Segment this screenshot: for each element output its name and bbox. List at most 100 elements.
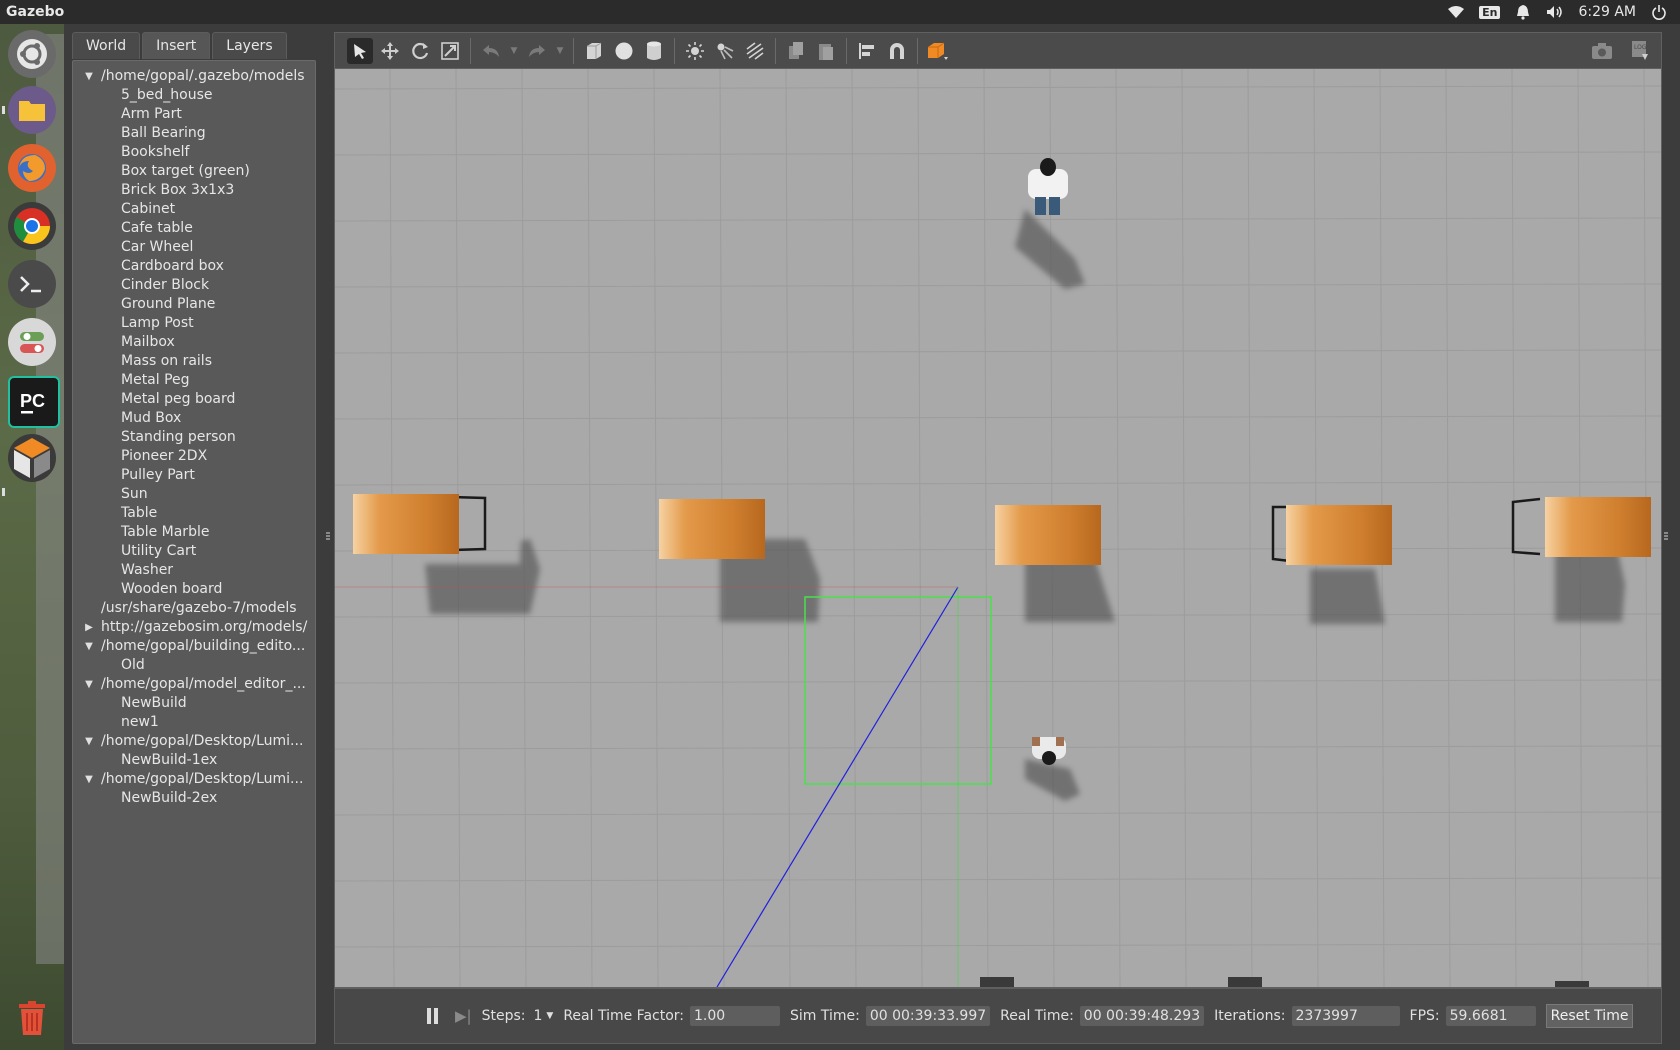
translate-tool-icon[interactable] — [377, 38, 403, 64]
undo-menu-chevron-icon[interactable]: ▼ — [508, 38, 520, 64]
steps-value[interactable]: 1 — [533, 1008, 542, 1024]
rtf-value: 1.00 — [690, 1006, 780, 1026]
power-icon[interactable] — [1650, 4, 1668, 20]
tree-item[interactable]: Old — [73, 656, 315, 675]
tree-item[interactable]: Sun — [73, 485, 315, 504]
tree-item[interactable]: Cinder Block — [73, 276, 315, 295]
tree-item[interactable]: Cardboard box — [73, 257, 315, 276]
trash-icon[interactable] — [8, 994, 56, 1042]
camera-screenshot-icon[interactable] — [1589, 38, 1615, 64]
splitter-handle[interactable] — [1664, 532, 1668, 540]
scene-canvas[interactable] — [335, 69, 1661, 987]
tree-item[interactable]: Washer — [73, 561, 315, 580]
tree-root-desktop-2[interactable]: ▼ /home/gopal/Desktop/Lumi... — [73, 770, 315, 789]
tree-item[interactable]: Cafe table — [73, 219, 315, 238]
tree-root-local-models[interactable]: ▼ /home/gopal/.gazebo/models — [73, 67, 315, 86]
steps-label: Steps: — [481, 1008, 526, 1024]
tree-item[interactable]: Standing person — [73, 428, 315, 447]
box-shape-icon[interactable] — [581, 38, 607, 64]
undo-icon[interactable] — [478, 38, 504, 64]
tree-root-system-models[interactable]: /usr/share/gazebo-7/models — [73, 599, 315, 618]
cylinder-shape-icon[interactable] — [641, 38, 667, 64]
wifi-icon[interactable] — [1447, 4, 1465, 20]
tree-root-building-editor[interactable]: ▼ /home/gopal/building_edito... — [73, 637, 315, 656]
expanded-arrow-icon[interactable]: ▼ — [83, 770, 95, 789]
paste-icon[interactable] — [813, 38, 839, 64]
tree-item[interactable]: NewBuild-1ex — [73, 751, 315, 770]
settings-toggle-icon[interactable] — [8, 318, 56, 366]
tree-item[interactable]: Mass on rails — [73, 352, 315, 371]
redo-menu-chevron-icon[interactable]: ▼ — [554, 38, 566, 64]
tree-item[interactable]: Ball Bearing — [73, 124, 315, 143]
scale-tool-icon[interactable] — [437, 38, 463, 64]
tab-insert[interactable]: Insert — [142, 32, 211, 59]
snap-magnet-icon[interactable] — [884, 38, 910, 64]
align-icon[interactable] — [854, 38, 880, 64]
tree-item[interactable]: new1 — [73, 713, 315, 732]
tree-item[interactable]: Table Marble — [73, 523, 315, 542]
step-icon[interactable]: ▶| — [455, 1007, 472, 1025]
steps-dropdown-chevron-icon[interactable]: ▼ — [546, 1011, 553, 1021]
tree-root-online-models[interactable]: ▶ http://gazebosim.org/models/ — [73, 618, 315, 637]
spot-light-icon[interactable] — [712, 38, 738, 64]
tree-root-desktop-1[interactable]: ▼ /home/gopal/Desktop/Lumi... — [73, 732, 315, 751]
point-light-icon[interactable] — [682, 38, 708, 64]
tree-item[interactable]: Metal peg board — [73, 390, 315, 409]
tree-item[interactable]: 5_bed_house — [73, 86, 315, 105]
reset-time-button[interactable]: Reset Time — [1545, 1004, 1634, 1028]
expanded-arrow-icon[interactable]: ▼ — [83, 675, 95, 694]
expanded-arrow-icon[interactable]: ▼ — [83, 637, 95, 656]
files-icon[interactable] — [8, 86, 56, 134]
tree-item[interactable]: Table — [73, 504, 315, 523]
tree-item[interactable]: Cabinet — [73, 200, 315, 219]
tree-item[interactable]: Utility Cart — [73, 542, 315, 561]
tree-item[interactable]: Box target (green) — [73, 162, 315, 181]
select-tool-icon[interactable] — [347, 38, 373, 64]
expanded-arrow-icon[interactable]: ▼ — [83, 67, 95, 86]
3d-viewport[interactable] — [334, 68, 1662, 988]
collapsed-arrow-icon[interactable]: ▶ — [83, 618, 95, 637]
gazebo-icon[interactable] — [8, 434, 56, 482]
copy-icon[interactable] — [783, 38, 809, 64]
tree-item[interactable]: Wooden board — [73, 580, 315, 599]
tree-root-model-editor[interactable]: ▼ /home/gopal/model_editor_... — [73, 675, 315, 694]
tree-item[interactable]: Brick Box 3x1x3 — [73, 181, 315, 200]
sphere-shape-icon[interactable] — [611, 38, 637, 64]
tree-item[interactable]: Car Wheel — [73, 238, 315, 257]
rotate-tool-icon[interactable] — [407, 38, 433, 64]
splitter-handle[interactable] — [326, 532, 330, 540]
tab-layers[interactable]: Layers — [212, 32, 287, 59]
view-angle-icon[interactable] — [925, 38, 951, 64]
firefox-icon[interactable] — [8, 144, 56, 192]
pause-icon[interactable] — [427, 1008, 441, 1024]
tree-item[interactable]: Lamp Post — [73, 314, 315, 333]
tree-item[interactable]: Pioneer 2DX — [73, 447, 315, 466]
directional-light-icon[interactable] — [742, 38, 768, 64]
bell-icon[interactable] — [1514, 4, 1532, 20]
tab-world[interactable]: World — [72, 32, 141, 59]
tree-root-label: /home/gopal/Desktop/Lumi... — [101, 733, 304, 749]
chrome-icon[interactable] — [8, 202, 56, 250]
terminal-icon[interactable] — [8, 260, 56, 308]
side-panel-tabs: World Insert Layers — [72, 32, 287, 60]
ubuntu-dash-icon[interactable] — [8, 30, 56, 78]
tree-item[interactable]: Mud Box — [73, 409, 315, 428]
redo-icon[interactable] — [524, 38, 550, 64]
tree-item[interactable]: Bookshelf — [73, 143, 315, 162]
tree-item[interactable]: Arm Part — [73, 105, 315, 124]
svg-text:LOG: LOG — [1634, 44, 1647, 51]
tree-item[interactable]: Mailbox — [73, 333, 315, 352]
tree-item[interactable]: NewBuild — [73, 694, 315, 713]
pycharm-icon[interactable]: PC — [8, 376, 60, 428]
log-record-icon[interactable]: LOG — [1627, 38, 1653, 64]
system-top-bar: Gazebo En 6:29 AM — [0, 0, 1680, 24]
keyboard-layout-indicator[interactable]: En — [1479, 5, 1501, 19]
tree-item[interactable]: NewBuild-2ex — [73, 789, 315, 808]
tree-item[interactable]: Ground Plane — [73, 295, 315, 314]
app-title: Gazebo — [6, 4, 65, 20]
tree-item[interactable]: Metal Peg — [73, 371, 315, 390]
expanded-arrow-icon[interactable]: ▼ — [83, 732, 95, 751]
volume-icon[interactable] — [1546, 4, 1564, 20]
clock[interactable]: 6:29 AM — [1578, 4, 1636, 20]
tree-item[interactable]: Pulley Part — [73, 466, 315, 485]
